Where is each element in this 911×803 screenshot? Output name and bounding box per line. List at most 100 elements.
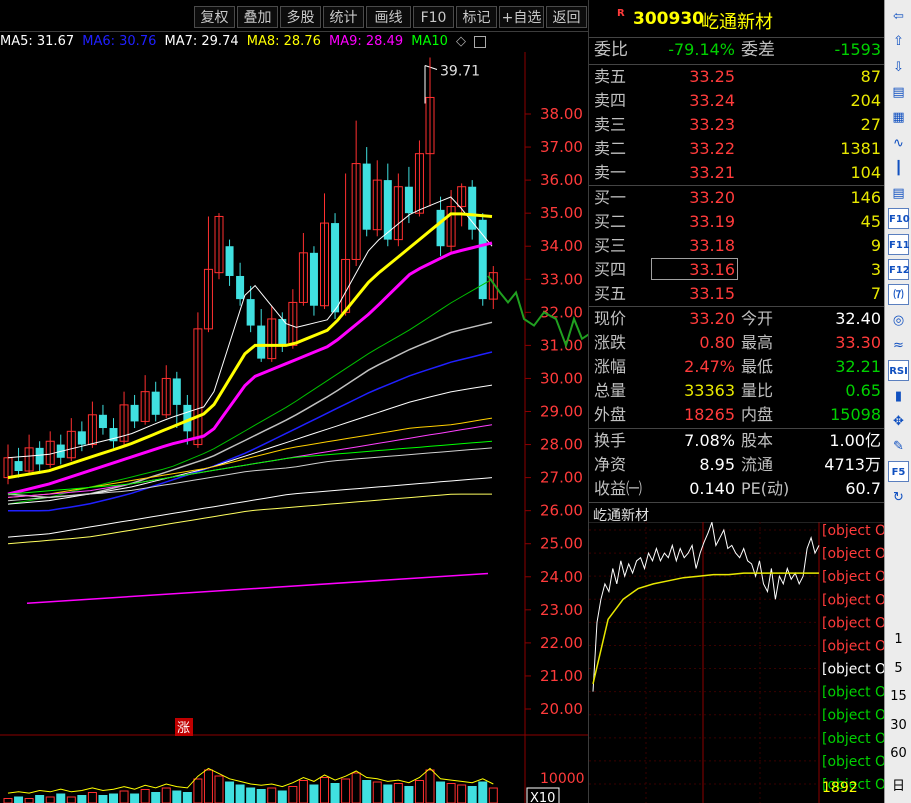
weibi-label: 委比	[594, 40, 628, 60]
arrow-up-icon[interactable]: ⇧	[888, 31, 909, 52]
price-tick-label: 20.00	[540, 700, 583, 718]
period-button[interactable]: 5	[885, 661, 911, 676]
volume-bar	[404, 786, 414, 803]
zhang-badge: 涨	[177, 721, 190, 736]
price-tick-label: 27.00	[540, 469, 583, 487]
volume-bar	[45, 796, 55, 803]
intraday-volume-tick: 1892	[822, 780, 858, 796]
weicha-value: -1593	[834, 40, 882, 59]
volume-bar	[66, 796, 76, 803]
fuquan-button[interactable]: 复权	[194, 6, 235, 28]
collapse-icon[interactable]: ◇	[456, 34, 466, 49]
f5-icon[interactable]: F5	[888, 461, 909, 483]
fund-label: 换手	[594, 431, 627, 450]
ma-legend-item: MA6: 30.76	[82, 34, 157, 49]
candle-body	[236, 275, 245, 300]
draw-line-button[interactable]: 画线	[366, 6, 411, 28]
intraday-tick-label: [object Object]	[822, 731, 885, 747]
fund-label: 流通	[741, 455, 774, 474]
rsi-icon[interactable]: RSI	[888, 360, 909, 382]
intraday-chart[interactable]: [object Object] [object Object] [object Ob…	[589, 522, 885, 803]
volume-bar	[214, 775, 224, 803]
buy-level-label: 买二	[594, 212, 627, 231]
ma-legend-item: MA5: 31.67	[0, 34, 75, 49]
indicator-icon[interactable]: ⑺	[888, 284, 909, 306]
volume-bar	[267, 787, 277, 803]
kline-chart[interactable]: 38.00 37.00 36.00 35.00 34.00 33.00 32.00 31.00…	[0, 52, 588, 803]
period-button[interactable]: 1	[885, 632, 911, 647]
arrow-left-icon[interactable]: ⇦	[888, 6, 909, 27]
volume-bar	[130, 793, 140, 803]
price-tick-label: 37.00	[540, 138, 583, 156]
sell-level-row[interactable]: 卖二 33.22 1381	[589, 137, 885, 161]
buy-level-row[interactable]: 买一 33.20 146	[589, 186, 885, 210]
stat-row: 涨跌 0.80 最高 33.30	[589, 331, 885, 355]
candle-body	[98, 414, 107, 429]
volume-bar	[109, 793, 118, 803]
sell-volume: 87	[860, 67, 881, 86]
report-icon[interactable]: ▤	[888, 183, 909, 204]
stat-label: 最高	[741, 333, 774, 352]
r-badge: R	[617, 8, 625, 19]
mark-button[interactable]: 标记	[456, 6, 497, 28]
stat-label: 现价	[594, 309, 627, 328]
sell-level-row[interactable]: 卖三 33.23 27	[589, 113, 885, 137]
refresh-icon[interactable]: ↻	[888, 487, 909, 508]
ma-long-white-line	[7, 477, 493, 538]
buy-level-row[interactable]: 买三 33.18 9	[589, 234, 885, 258]
period-button[interactable]: 日	[885, 775, 911, 794]
fund-label: 收益㈠	[594, 479, 643, 498]
f12-icon[interactable]: F12	[888, 259, 910, 280]
volume-bar	[161, 787, 171, 803]
pencil-icon[interactable]: ✎	[888, 436, 909, 457]
price-tick-label: 23.00	[540, 601, 583, 619]
price-tick-label: 32.00	[540, 303, 583, 321]
grid-icon[interactable]: ▦	[888, 107, 909, 128]
statistics-button[interactable]: 统计	[323, 6, 364, 28]
minute-chart-icon[interactable]: ∿	[888, 133, 909, 154]
arrow-down-icon[interactable]: ⇩	[888, 57, 909, 78]
f11-icon[interactable]: F11	[888, 233, 910, 255]
sell-level-row[interactable]: 卖四 33.24 204	[589, 89, 885, 113]
candle-icon[interactable]: ▮	[888, 386, 909, 407]
period-button[interactable]: 60	[885, 746, 911, 761]
circle-icon[interactable]: ◎	[888, 310, 909, 331]
wave-icon[interactable]: ≈	[888, 335, 909, 356]
period-button[interactable]: 30	[885, 718, 911, 733]
sell-level-row[interactable]: 卖五 33.25 87	[589, 65, 885, 89]
back-button[interactable]: 返回	[546, 6, 587, 28]
buy-level-row[interactable]: 买五 33.15 7	[589, 282, 885, 306]
stat-value: 32.21	[835, 357, 881, 376]
f10-button[interactable]: F10	[413, 6, 454, 28]
ma-legend-item: MA7: 29.74	[164, 34, 239, 49]
multi-stock-button[interactable]: 多股	[280, 6, 321, 28]
add-favorite-button[interactable]: +自选	[499, 6, 544, 28]
buy-price: 33.18	[689, 236, 735, 255]
sell-level-label: 卖二	[594, 139, 627, 158]
ma-gold-line	[7, 417, 493, 498]
buy-level-row[interactable]: 买二 33.19 45	[589, 210, 885, 234]
price-tick-label: 33.00	[540, 270, 583, 288]
sell-level-row[interactable]: 卖一 33.21 104	[589, 161, 885, 185]
high-marker-arrow	[424, 65, 438, 70]
period-button[interactable]: 15	[885, 689, 911, 704]
fund-row: 收益㈠ 0.140 PE(动) 60.7	[589, 477, 885, 501]
move-icon[interactable]: ✥	[888, 411, 909, 432]
intraday-tick-label: [object Object]	[822, 546, 885, 562]
volume-bar	[320, 777, 329, 803]
sell-price: 33.25	[689, 67, 735, 86]
stock-name: 屹通新材	[701, 12, 773, 33]
volume-bar	[351, 772, 361, 803]
buy-volume: 3	[870, 260, 881, 279]
weibi-value: -79.14%	[668, 40, 735, 59]
overlay-button[interactable]: 叠加	[237, 6, 278, 28]
candle-body	[14, 461, 23, 471]
settings-icon[interactable]	[474, 35, 487, 48]
f10-icon[interactable]: F10	[888, 208, 910, 230]
quote-list-icon[interactable]: ▤	[888, 82, 909, 103]
kline-icon[interactable]: ┃	[888, 158, 909, 179]
chart-toolbar: 复权 叠加 多股 统计 画线 F10 标记 +自选 返回	[0, 0, 588, 32]
candle-body	[309, 252, 318, 306]
buy-level-row[interactable]: 买四 33.16 3	[589, 258, 885, 282]
intraday-tick-label: [object Object]	[822, 523, 885, 539]
